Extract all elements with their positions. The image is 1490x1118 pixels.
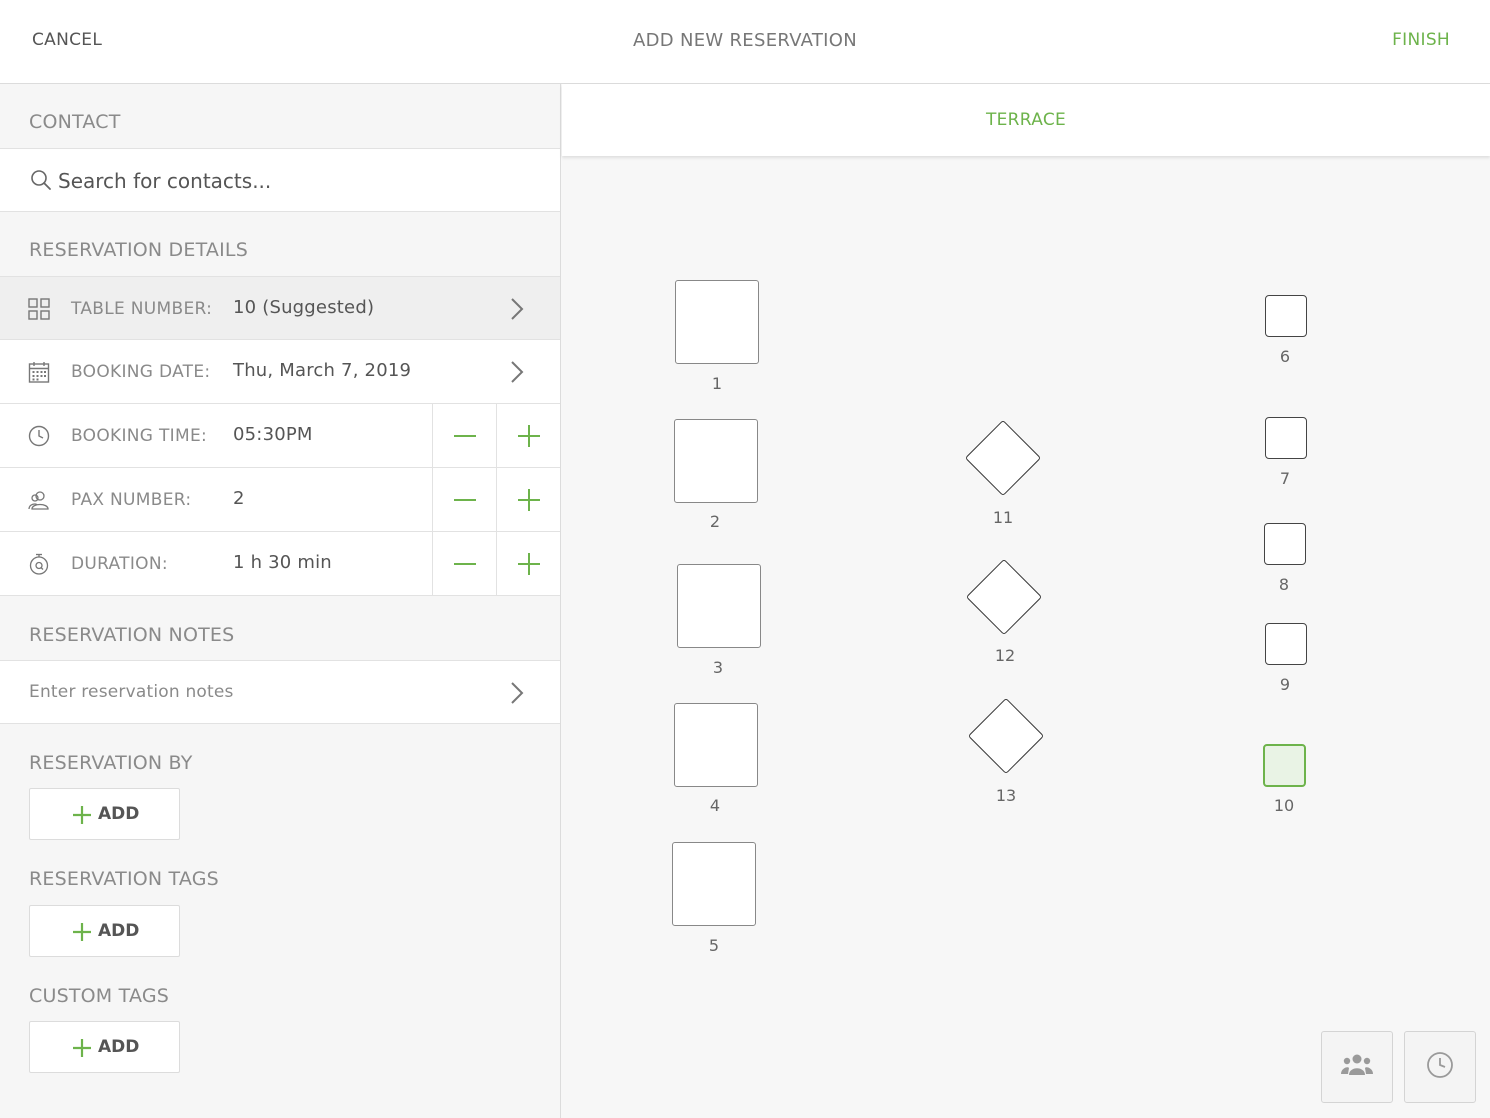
- plus-icon: [72, 805, 92, 829]
- booking-date-value: Thu, March 7, 2019: [233, 360, 412, 381]
- table-11[interactable]: [964, 419, 1042, 497]
- duration-value: 1 h 30 min: [233, 552, 332, 573]
- reservation-tags-title: RESERVATION TAGS: [29, 868, 219, 890]
- contact-section-title: CONTACT: [29, 111, 121, 133]
- booking-time-label: BOOKING TIME:: [71, 426, 208, 446]
- table-number-label: TABLE NUMBER:: [71, 299, 213, 319]
- reservation-by-title: RESERVATION BY: [29, 752, 193, 774]
- floor-plan: TERRACE 1 2 3 4 5 11 12 13 6 7 8 9 10: [562, 84, 1490, 1118]
- contact-search: [0, 148, 560, 212]
- table-number-label: 1: [711, 374, 723, 393]
- tab-terrace[interactable]: TERRACE: [562, 110, 1490, 130]
- contact-search-input[interactable]: [58, 164, 538, 198]
- add-label: ADD: [98, 1037, 140, 1057]
- add-custom-tags-button[interactable]: ADD: [29, 1021, 180, 1073]
- duration-increase-button[interactable]: [496, 532, 560, 595]
- add-reservation-by-button[interactable]: ADD: [29, 788, 180, 840]
- grid-icon: [28, 298, 50, 320]
- table-number-label: 8: [1278, 575, 1290, 594]
- pax-increase-button[interactable]: [496, 468, 560, 531]
- booking-time-row: BOOKING TIME: 05:30PM: [0, 404, 560, 468]
- table-number-label: 9: [1279, 675, 1291, 694]
- plus-icon: [72, 922, 92, 946]
- pax-number-value: 2: [233, 488, 245, 509]
- table-number-row[interactable]: TABLE NUMBER: 10 (Suggested): [0, 276, 560, 340]
- booking-date-row[interactable]: BOOKING DATE: Thu, March 7, 2019: [0, 340, 560, 404]
- booking-date-label: BOOKING DATE:: [71, 362, 211, 382]
- table-2[interactable]: [674, 419, 758, 503]
- pax-number-row: PAX NUMBER: 2: [0, 468, 560, 532]
- table-number-label: 4: [709, 796, 721, 815]
- reservation-notes-placeholder: Enter reservation notes: [29, 682, 234, 702]
- table-12[interactable]: [965, 558, 1043, 636]
- reservation-details-title: RESERVATION DETAILS: [29, 239, 248, 261]
- booking-time-increase-button[interactable]: [496, 404, 560, 467]
- chevron-right-icon: [510, 360, 524, 388]
- table-number-label: 6: [1279, 347, 1291, 366]
- area-tabs: TERRACE: [562, 84, 1490, 156]
- time-view-button[interactable]: [1404, 1031, 1476, 1103]
- booking-time-decrease-button[interactable]: [432, 404, 496, 467]
- clock-icon: [28, 425, 50, 447]
- table-8[interactable]: [1264, 523, 1306, 565]
- pax-number-label: PAX NUMBER:: [71, 490, 192, 510]
- reservation-notes-title: RESERVATION NOTES: [29, 624, 235, 646]
- reservation-form: CONTACT RESERVATION DETAILS TABLE NUMBER…: [0, 84, 561, 1118]
- table-6[interactable]: [1265, 295, 1307, 337]
- chevron-right-icon: [510, 681, 524, 709]
- add-label: ADD: [98, 804, 140, 824]
- table-1[interactable]: [675, 280, 759, 364]
- group-icon: [1340, 1053, 1374, 1081]
- table-number-label: 7: [1279, 469, 1291, 488]
- table-number-label: 13: [995, 786, 1017, 805]
- calendar-icon: [28, 361, 50, 383]
- table-number-label: 2: [709, 512, 721, 531]
- chevron-right-icon: [510, 297, 524, 325]
- plus-icon: [72, 1038, 92, 1062]
- table-number-label: 3: [712, 658, 724, 677]
- table-5[interactable]: [672, 842, 756, 926]
- top-bar: CANCEL ADD NEW RESERVATION FINISH: [0, 0, 1490, 84]
- table-7[interactable]: [1265, 417, 1307, 459]
- finish-button[interactable]: FINISH: [1392, 30, 1450, 50]
- table-9[interactable]: [1265, 623, 1307, 665]
- table-number-value: 10 (Suggested): [233, 297, 375, 318]
- reservation-notes-field[interactable]: Enter reservation notes: [0, 660, 560, 724]
- pax-decrease-button[interactable]: [432, 468, 496, 531]
- table-10-selected[interactable]: [1263, 744, 1306, 787]
- table-13[interactable]: [967, 697, 1045, 775]
- search-icon: [30, 169, 52, 195]
- people-icon: [28, 489, 50, 511]
- custom-tags-title: CUSTOM TAGS: [29, 985, 170, 1007]
- booking-time-value: 05:30PM: [233, 424, 313, 445]
- add-reservation-tags-button[interactable]: ADD: [29, 905, 180, 957]
- duration-row: DURATION: 1 h 30 min: [0, 532, 560, 596]
- table-number-label: 10: [1273, 796, 1295, 815]
- table-number-label: 5: [708, 936, 720, 955]
- duration-label: DURATION:: [71, 554, 168, 574]
- table-number-label: 12: [994, 646, 1016, 665]
- add-label: ADD: [98, 921, 140, 941]
- clock-icon: [1426, 1051, 1454, 1083]
- table-3[interactable]: [677, 564, 761, 648]
- page-title: ADD NEW RESERVATION: [632, 30, 858, 51]
- stopwatch-icon: [28, 553, 50, 575]
- table-number-label: 11: [992, 508, 1014, 527]
- party-view-button[interactable]: [1321, 1031, 1393, 1103]
- table-4[interactable]: [674, 703, 758, 787]
- duration-decrease-button[interactable]: [432, 532, 496, 595]
